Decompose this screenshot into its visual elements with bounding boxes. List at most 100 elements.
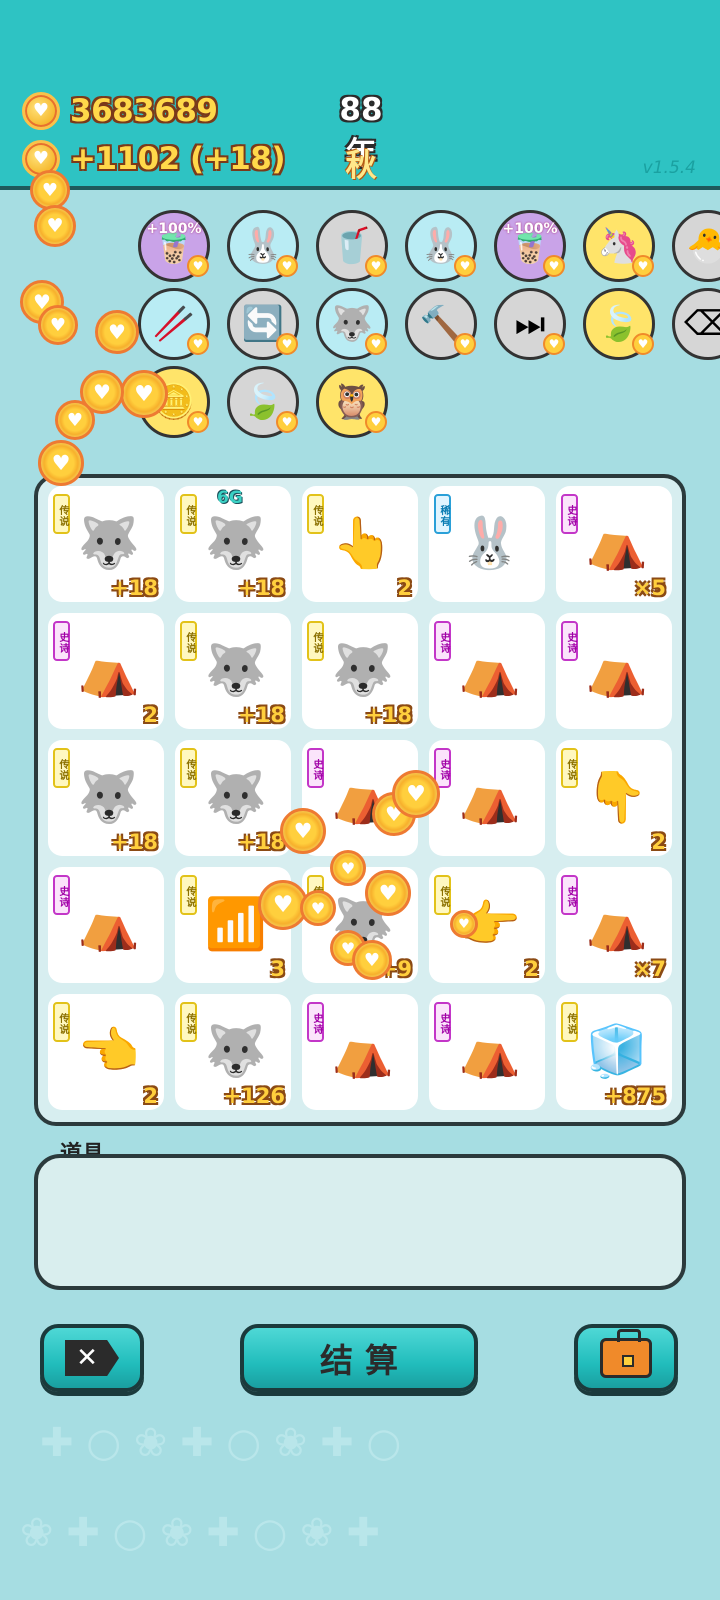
heart-coin-icon: ♥: [30, 170, 70, 210]
board-cell[interactable]: 史诗 ⛺: [429, 740, 545, 856]
season-label: 秋: [345, 148, 377, 184]
item-sprite-icon: ⛺: [77, 894, 141, 953]
item-sprite-icon: ⛺: [77, 640, 141, 699]
board-cell[interactable]: 传说 🧊 +875: [556, 994, 672, 1110]
heart-coin-icon: ♥: [454, 333, 476, 355]
item-sprite-icon: ⛺: [585, 640, 649, 699]
powerup-skip[interactable]: ⏭ ♥: [494, 288, 566, 360]
rarity-badge: 史诗: [307, 748, 324, 788]
board-cell[interactable]: 传说 👉 2: [429, 867, 545, 983]
item-sprite-icon: ⛺: [585, 513, 649, 572]
remove-button[interactable]: ✕: [40, 1324, 144, 1392]
board-cell[interactable]: 传说 👈 2: [48, 994, 164, 1110]
board-cell[interactable]: 传说 👇 2: [556, 740, 672, 856]
background-pattern: ❀ ✚ ○ ❀ ✚ ○ ❀ ✚: [20, 1510, 380, 1556]
board-cell[interactable]: 史诗 ⛺: [302, 994, 418, 1110]
bonus-value: +18: [238, 830, 285, 854]
powerup-boba-tea-boost[interactable]: 🧋 +100% ♥: [138, 210, 210, 282]
board-cell[interactable]: 史诗 ⛺: [48, 867, 164, 983]
briefcase-icon: [600, 1329, 652, 1378]
heart-coin-icon: ♥: [280, 808, 326, 854]
item-sprite-icon: 👇: [585, 767, 649, 826]
powerup-rabbit-buddy-2[interactable]: 🐰 ♥: [405, 210, 477, 282]
bonus-value: +18: [111, 576, 158, 600]
powerup-refresh[interactable]: 🔄 ♥: [227, 288, 299, 360]
skip-icon: ⏭: [514, 304, 546, 344]
heart-coin-icon: ♥: [392, 770, 440, 818]
board-cell[interactable]: 传说 🐺 +18: [175, 740, 291, 856]
bonus-value: 3: [270, 957, 285, 981]
item-sprite-icon: 🐺: [331, 640, 395, 699]
rarity-badge: 传说: [53, 494, 70, 534]
bonus-value: +18: [111, 830, 158, 854]
item-sprite-icon: 🐺: [204, 513, 268, 572]
powerup-husky-small[interactable]: 🐺 ♥: [316, 288, 388, 360]
heart-coin-icon: ♥: [450, 910, 478, 938]
rarity-badge: 史诗: [53, 875, 70, 915]
powerup-hammer[interactable]: 🔨 ♥: [405, 288, 477, 360]
powerup-boba-tea-boost-2[interactable]: 🧋 +100% ♥: [494, 210, 566, 282]
board-cell[interactable]: 史诗 ⛺ 2: [48, 613, 164, 729]
powerup-leaf-2[interactable]: 🍃 ♥: [227, 366, 299, 438]
heart-coin-icon: ♥: [365, 870, 411, 916]
rarity-badge: 史诗: [434, 621, 451, 661]
powerup-bubble-tea-cup[interactable]: 🥤 ♥: [316, 210, 388, 282]
bonus-value: +18: [238, 703, 285, 727]
bonus-value: 2: [651, 830, 666, 854]
board-cell[interactable]: 传说 🐺 +126: [175, 994, 291, 1110]
board-cell[interactable]: 传说 🐺 6G +18: [175, 486, 291, 602]
item-sprite-icon: 🐺: [204, 640, 268, 699]
settle-button[interactable]: 结算: [240, 1324, 478, 1392]
powerup-leaf[interactable]: 🍃 ♥: [583, 288, 655, 360]
rarity-badge: 史诗: [53, 621, 70, 661]
powerup-owl-glasses[interactable]: 🦉 ♥: [316, 366, 388, 438]
board-cell[interactable]: 史诗 ⛺: [429, 613, 545, 729]
board-cell[interactable]: 传说 👆 2: [302, 486, 418, 602]
rarity-badge: 传说: [180, 494, 197, 534]
item-sprite-icon: ⛺: [458, 767, 522, 826]
inventory-button[interactable]: [574, 1324, 678, 1392]
bonus-value: +18: [365, 703, 412, 727]
board-cell[interactable]: 史诗 ⛺: [429, 994, 545, 1110]
item-sprite-icon: 🐺: [77, 767, 141, 826]
chick-egg-icon: 🐣: [686, 226, 720, 266]
heart-coin-icon: ♥: [120, 370, 168, 418]
heart-coin-icon: ♥: [365, 333, 387, 355]
rarity-badge: 传说: [180, 1002, 197, 1042]
bonus-value: +126: [223, 1084, 285, 1108]
heart-coin-icon: ♥: [454, 255, 476, 277]
powerup-delete-tag[interactable]: ⌫♥: [672, 288, 720, 360]
delete-tag-icon: ⌫: [683, 304, 720, 344]
rarity-badge: 传说: [434, 875, 451, 915]
heart-coin-icon: ♥: [365, 411, 387, 433]
heart-coin-icon: ♥: [276, 411, 298, 433]
heart-coin-icon: ♥: [365, 255, 387, 277]
props-tray[interactable]: [34, 1154, 686, 1290]
board-cell[interactable]: 传说 🐺 +18: [302, 613, 418, 729]
heart-coin-icon: ♥: [95, 310, 139, 354]
heart-coin-icon: ♥: [187, 333, 209, 355]
game-board: 传说 🐺 +18 传说 🐺 6G +18 传说 👆 2 稀有 🐰 史诗 ⛺ ×5 史诗 ⛺ 2 传说 🐺 +18 传说 🐺 +…: [34, 474, 686, 1126]
delete-icon: ✕: [65, 1340, 119, 1376]
bonus-value: 2: [143, 1084, 158, 1108]
powerup-chopsticks[interactable]: 🥢 ♥: [138, 288, 210, 360]
bonus-value: ×5: [633, 576, 666, 600]
board-cell[interactable]: 传说 🐺 +18: [48, 740, 164, 856]
powerup-rabbit-buddy[interactable]: 🐰 ♥: [227, 210, 299, 282]
board-cell[interactable]: 稀有 🐰: [429, 486, 545, 602]
item-sprite-icon: ⛺: [458, 1021, 522, 1080]
board-cell[interactable]: 史诗 ⛺ ×5: [556, 486, 672, 602]
powerup-chick-egg[interactable]: 🐣♥: [672, 210, 720, 282]
board-cell[interactable]: 史诗 ⛺ ×7: [556, 867, 672, 983]
rarity-badge: 传说: [180, 875, 197, 915]
board-cell[interactable]: 传说 🐺 +18: [175, 613, 291, 729]
heart-coin-icon: ♥: [632, 333, 654, 355]
powerup-unicorn[interactable]: 🦄 ♥: [583, 210, 655, 282]
coins-total: 3683689: [70, 93, 218, 129]
top-status-bar: ♥ 3683689 ♥ +1102 (+18) 88年 秋 v1.5.4: [0, 0, 720, 190]
version-label: v1.5.4: [642, 158, 696, 178]
item-sprite-icon: ⛺: [585, 894, 649, 953]
rarity-badge: 传说: [307, 621, 324, 661]
board-cell[interactable]: 史诗 ⛺: [556, 613, 672, 729]
board-cell[interactable]: 传说 🐺 +18: [48, 486, 164, 602]
